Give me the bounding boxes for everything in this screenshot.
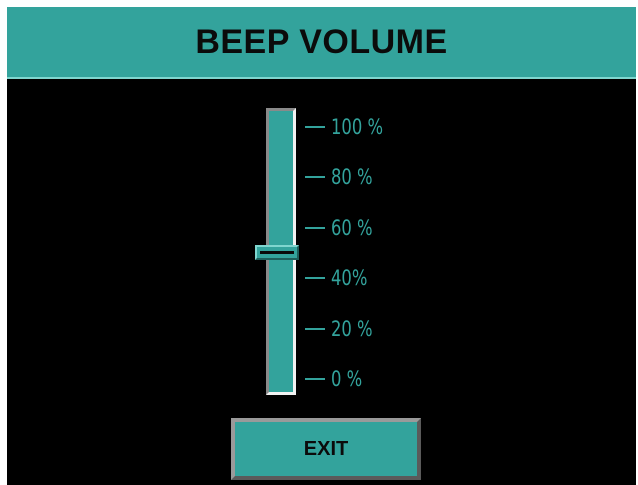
beep-volume-screen: BEEP VOLUME 100 % 80 % 60 % 40% 20 % 0 % EXIT bbox=[7, 7, 636, 485]
volume-scale-item: 0 % bbox=[305, 367, 371, 391]
volume-scale-item: 80 % bbox=[305, 165, 384, 189]
page-title: BEEP VOLUME bbox=[195, 22, 448, 61]
scale-label: 20 % bbox=[331, 316, 373, 341]
title-bar: BEEP VOLUME bbox=[7, 7, 636, 79]
scale-tick bbox=[305, 378, 325, 380]
scale-tick bbox=[305, 277, 325, 280]
scale-label: 60 % bbox=[331, 215, 373, 240]
scale-label: 40% bbox=[331, 266, 368, 291]
exit-button-label: EXIT bbox=[303, 437, 349, 460]
scale-tick bbox=[305, 126, 325, 128]
volume-slider-thumb[interactable] bbox=[255, 245, 299, 260]
scale-tick bbox=[305, 176, 325, 179]
scale-label: 0 % bbox=[331, 367, 363, 391]
thumb-grip-line bbox=[260, 251, 294, 254]
scale-label: 100 % bbox=[331, 115, 384, 139]
volume-scale-item: 40% bbox=[305, 266, 378, 290]
scale-tick bbox=[305, 226, 325, 229]
exit-button[interactable]: EXIT bbox=[231, 418, 421, 480]
volume-scale-item: 100 % bbox=[305, 115, 398, 139]
scale-label: 80 % bbox=[331, 165, 373, 190]
volume-scale-item: 60 % bbox=[305, 216, 384, 240]
scale-tick bbox=[305, 327, 325, 330]
volume-scale-item: 20 % bbox=[305, 317, 384, 341]
